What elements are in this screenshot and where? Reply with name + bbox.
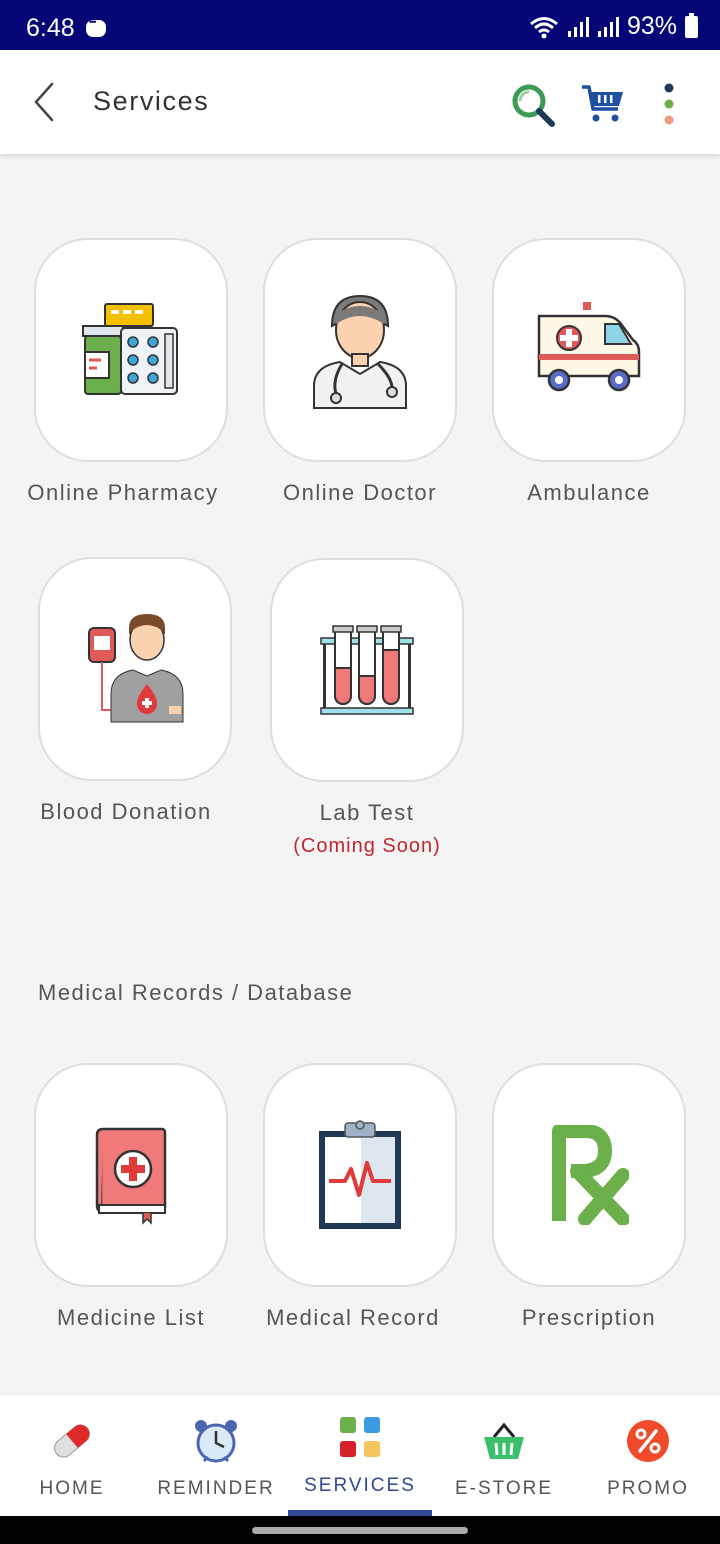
service-label: Blood Donation [40,799,212,824]
bottom-navigation: HOME REMINDER SERVICES E-STORE PROMO [0,1394,720,1516]
doctor-icon [313,294,407,409]
blood-donation-icon [88,614,184,723]
service-blood-donation[interactable] [38,557,232,781]
record-prescription[interactable] [492,1063,686,1287]
service-label: Online Pharmacy [27,480,219,505]
test-tubes-icon [320,625,414,715]
rx-prescription-icon [552,1125,629,1225]
search-icon[interactable] [510,82,556,128]
service-lab-test[interactable] [270,558,464,782]
back-arrow-icon[interactable] [24,80,64,124]
cart-icon[interactable] [580,82,626,126]
battery-icon [685,12,698,38]
nav-reminder[interactable]: REMINDER [144,1395,288,1517]
clipboard-chart-icon [319,1120,401,1229]
nav-home[interactable]: HOME [0,1395,144,1517]
pill-icon [54,1424,90,1458]
service-label: Ambulance [527,480,651,505]
ambulance-icon [537,302,641,392]
nav-promo[interactable]: PROMO [576,1395,720,1517]
record-label: Medicine List [57,1305,205,1330]
medicine-book-icon [95,1127,167,1225]
status-time: 6:48 [26,14,75,42]
record-medical-record[interactable] [263,1063,457,1287]
nav-services[interactable]: SERVICES [288,1395,432,1517]
basket-icon [484,1422,524,1459]
signal-icon [567,16,589,37]
nav-label: SERVICES [304,1475,416,1496]
service-label: Lab Test [319,800,415,825]
nav-label: PROMO [607,1478,689,1499]
record-label: Prescription [521,1305,657,1330]
status-indicators: 93% [529,12,698,41]
wifi-icon [529,16,558,38]
page-title: Services [93,86,210,116]
status-bar: 6:48 93% [0,0,720,50]
record-medicine-list[interactable] [34,1063,228,1287]
more-options-icon[interactable] [656,80,682,128]
message-notification-icon [86,17,106,37]
record-label: Medical Record [266,1305,440,1330]
alarm-clock-icon [195,1420,237,1463]
percent-badge-icon [627,1420,669,1462]
nav-e-store[interactable]: E-STORE [432,1395,576,1517]
service-online-doctor[interactable] [263,238,457,462]
services-grid-icon [340,1417,380,1457]
nav-label: HOME [39,1478,105,1499]
home-gesture-handle[interactable] [252,1527,468,1534]
battery-percentage: 93% [626,12,677,40]
service-label: Online Doctor [282,480,437,505]
nav-label: REMINDER [157,1478,275,1499]
app-bar: Services [0,50,720,154]
section-title: Medical Records / Database [38,980,354,1005]
pharmacy-icon [82,303,178,395]
nav-label: E-STORE [454,1478,554,1499]
gesture-navigation-bar [0,1516,720,1544]
service-online-pharmacy[interactable] [34,238,228,462]
coming-soon-note: (Coming Soon) [293,835,441,857]
signal-icon-2 [597,16,619,37]
service-ambulance[interactable] [492,238,686,462]
